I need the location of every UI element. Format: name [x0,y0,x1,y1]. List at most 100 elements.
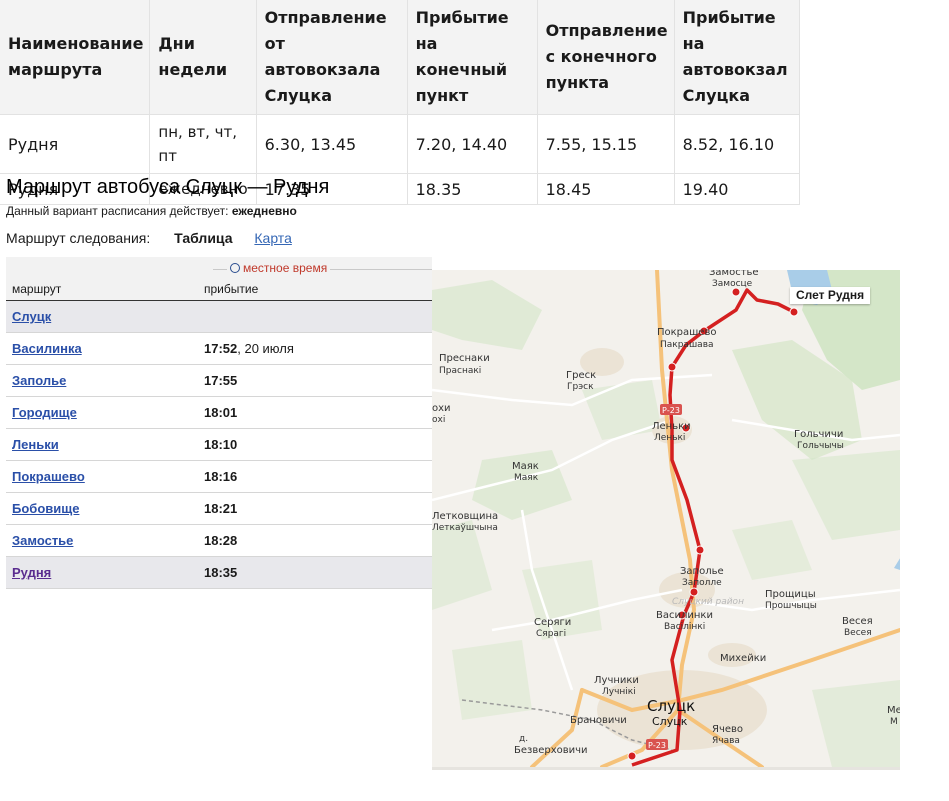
place-label: д. [519,734,528,744]
stop-time: 17:52, 20 июля [204,341,294,356]
stop-marker[interactable] [667,362,677,372]
cell-time: 7.20, 14.40 [407,114,538,174]
cell-days: пн, вт, чт, пт [149,114,257,174]
place-label: Праснакі [439,366,481,376]
stop-link[interactable]: Городище [12,405,77,420]
stop-time: 18:21 [204,501,238,516]
stop-link[interactable]: Заполье [12,373,66,388]
stop-row: Бобовище 18:21 [6,493,432,525]
place-label: Безверховичи [514,745,588,756]
map-footer [432,767,900,770]
stop-link[interactable]: Слуцк [12,309,51,324]
place-label: Ячево [712,724,743,735]
stops-table-header: местное время маршрут прибытие [6,257,432,301]
stop-date: , 20 июля [237,341,294,356]
stop-link[interactable]: Покрашево [12,469,85,484]
stop-time-value: 17:52 [204,341,238,356]
stop-marker[interactable] [731,287,741,297]
stop-link[interactable]: Леньки [12,437,59,452]
schedule-header-row: Наименование маршрута Дни недели Отправл… [0,0,801,115]
place-label: Весея [844,628,872,638]
page-title: Маршрут автобуса Слуцк — Рудня [6,176,330,198]
stops-table: местное время маршрут прибытие Слуцк Вас… [6,257,432,589]
stop-marker[interactable] [789,307,799,317]
stop-time: 18:10 [204,437,238,452]
forest-area [432,280,542,350]
stop-row: Слуцк [6,301,432,333]
place-label: Сярагі [536,629,566,639]
view-table-active: Таблица [174,230,233,246]
place-label: Греск [566,370,596,381]
stop-time: 17:55 [204,373,238,388]
place-label: Замостье [709,270,759,278]
stop-link[interactable]: Рудня [12,565,51,580]
header-arrive-terminal: Прибытие на конечный пункт [407,0,538,115]
place-label: Летковщина [432,511,498,522]
view-switch: Маршрут следования: Таблица Карта [6,230,292,246]
place-label: Михейки [720,653,766,664]
view-switch-label: Маршрут следования: [6,230,151,246]
place-label: Пакрашава [660,340,714,350]
column-route: маршрут [12,282,62,296]
place-label: Маяк [514,473,539,483]
place-label: Грэск [567,382,594,392]
cell-route: Рудня [0,114,151,174]
road-badge: Р-23 [660,404,682,415]
place-label: М [890,717,898,727]
place-label: Заполле [682,578,722,588]
place-label: Ме [887,705,900,716]
road-badge-text: Р-23 [662,406,680,415]
stop-row: Покрашево 18:16 [6,461,432,493]
map-canvas[interactable]: Р-23 Р-23 Замостье Замосце Покрашево Пак… [432,270,900,767]
forest-area [522,560,602,640]
place-label: Заполье [680,566,724,577]
city-label: Слуцк [652,715,688,728]
place-label: Серяги [534,617,571,628]
stop-row: Городище 18:01 [6,397,432,429]
stop-row: Василинка 17:52, 20 июля [6,333,432,365]
place-label: Замосце [712,279,753,289]
place-label: Леткаўшчына [432,523,498,533]
timezone-note: местное время [227,261,331,275]
stop-link[interactable]: Замостье [12,533,73,548]
header-depart-terminal: Отправление с конечного пункта [537,0,675,115]
stop-time: 18:16 [204,469,238,484]
stop-marker[interactable] [689,587,699,597]
stop-time: 18:01 [204,405,238,420]
forest-area [792,450,900,540]
place-label: Весея [842,616,873,627]
city-label: Слуцк [647,697,695,715]
stop-link[interactable]: Бобовище [12,501,79,516]
forest-area [812,680,900,767]
place-label: Прошчыцы [765,601,817,611]
place-label: охі [432,415,445,425]
place-label: Леньки [652,421,691,432]
view-map-link[interactable]: Карта [254,230,291,246]
stop-time: 18:28 [204,533,238,548]
road-badge-text: Р-23 [648,741,666,750]
cell-time: 19.40 [674,173,801,205]
column-arrival: прибытие [204,282,259,296]
stop-marker[interactable] [695,545,705,555]
place-label: Прощицы [765,589,816,600]
place-label: Преснаки [439,353,490,364]
clock-icon [230,263,240,273]
cell-time: 18.35 [407,173,538,205]
stop-time: 18:35 [204,565,238,580]
header-depart-slutsk: Отправление от автовокзала Слуцка [256,0,408,115]
water [894,558,900,570]
stop-link[interactable]: Василинка [12,341,82,356]
place-label: Ячава [712,736,740,746]
map-stop-tooltip: Слет Рудня [790,287,871,304]
place-label: Гольчичи [794,429,843,440]
stop-marker[interactable] [627,751,637,761]
road-badge: Р-23 [646,739,668,750]
validity-label: Данный вариант расписания действует: [6,204,229,218]
cell-time: 6.30, 13.45 [256,114,408,174]
cell-time: 18.45 [537,173,675,205]
route-map[interactable]: Р-23 Р-23 Замостье Замосце Покрашево Пак… [432,270,900,767]
forest-area [732,520,812,580]
schedule-table: Наименование маршрута Дни недели Отправл… [0,0,801,205]
header-arrive-slutsk: Прибытие на автовокзал Слуцка [674,0,801,115]
cell-time: 8.52, 16.10 [674,114,801,174]
